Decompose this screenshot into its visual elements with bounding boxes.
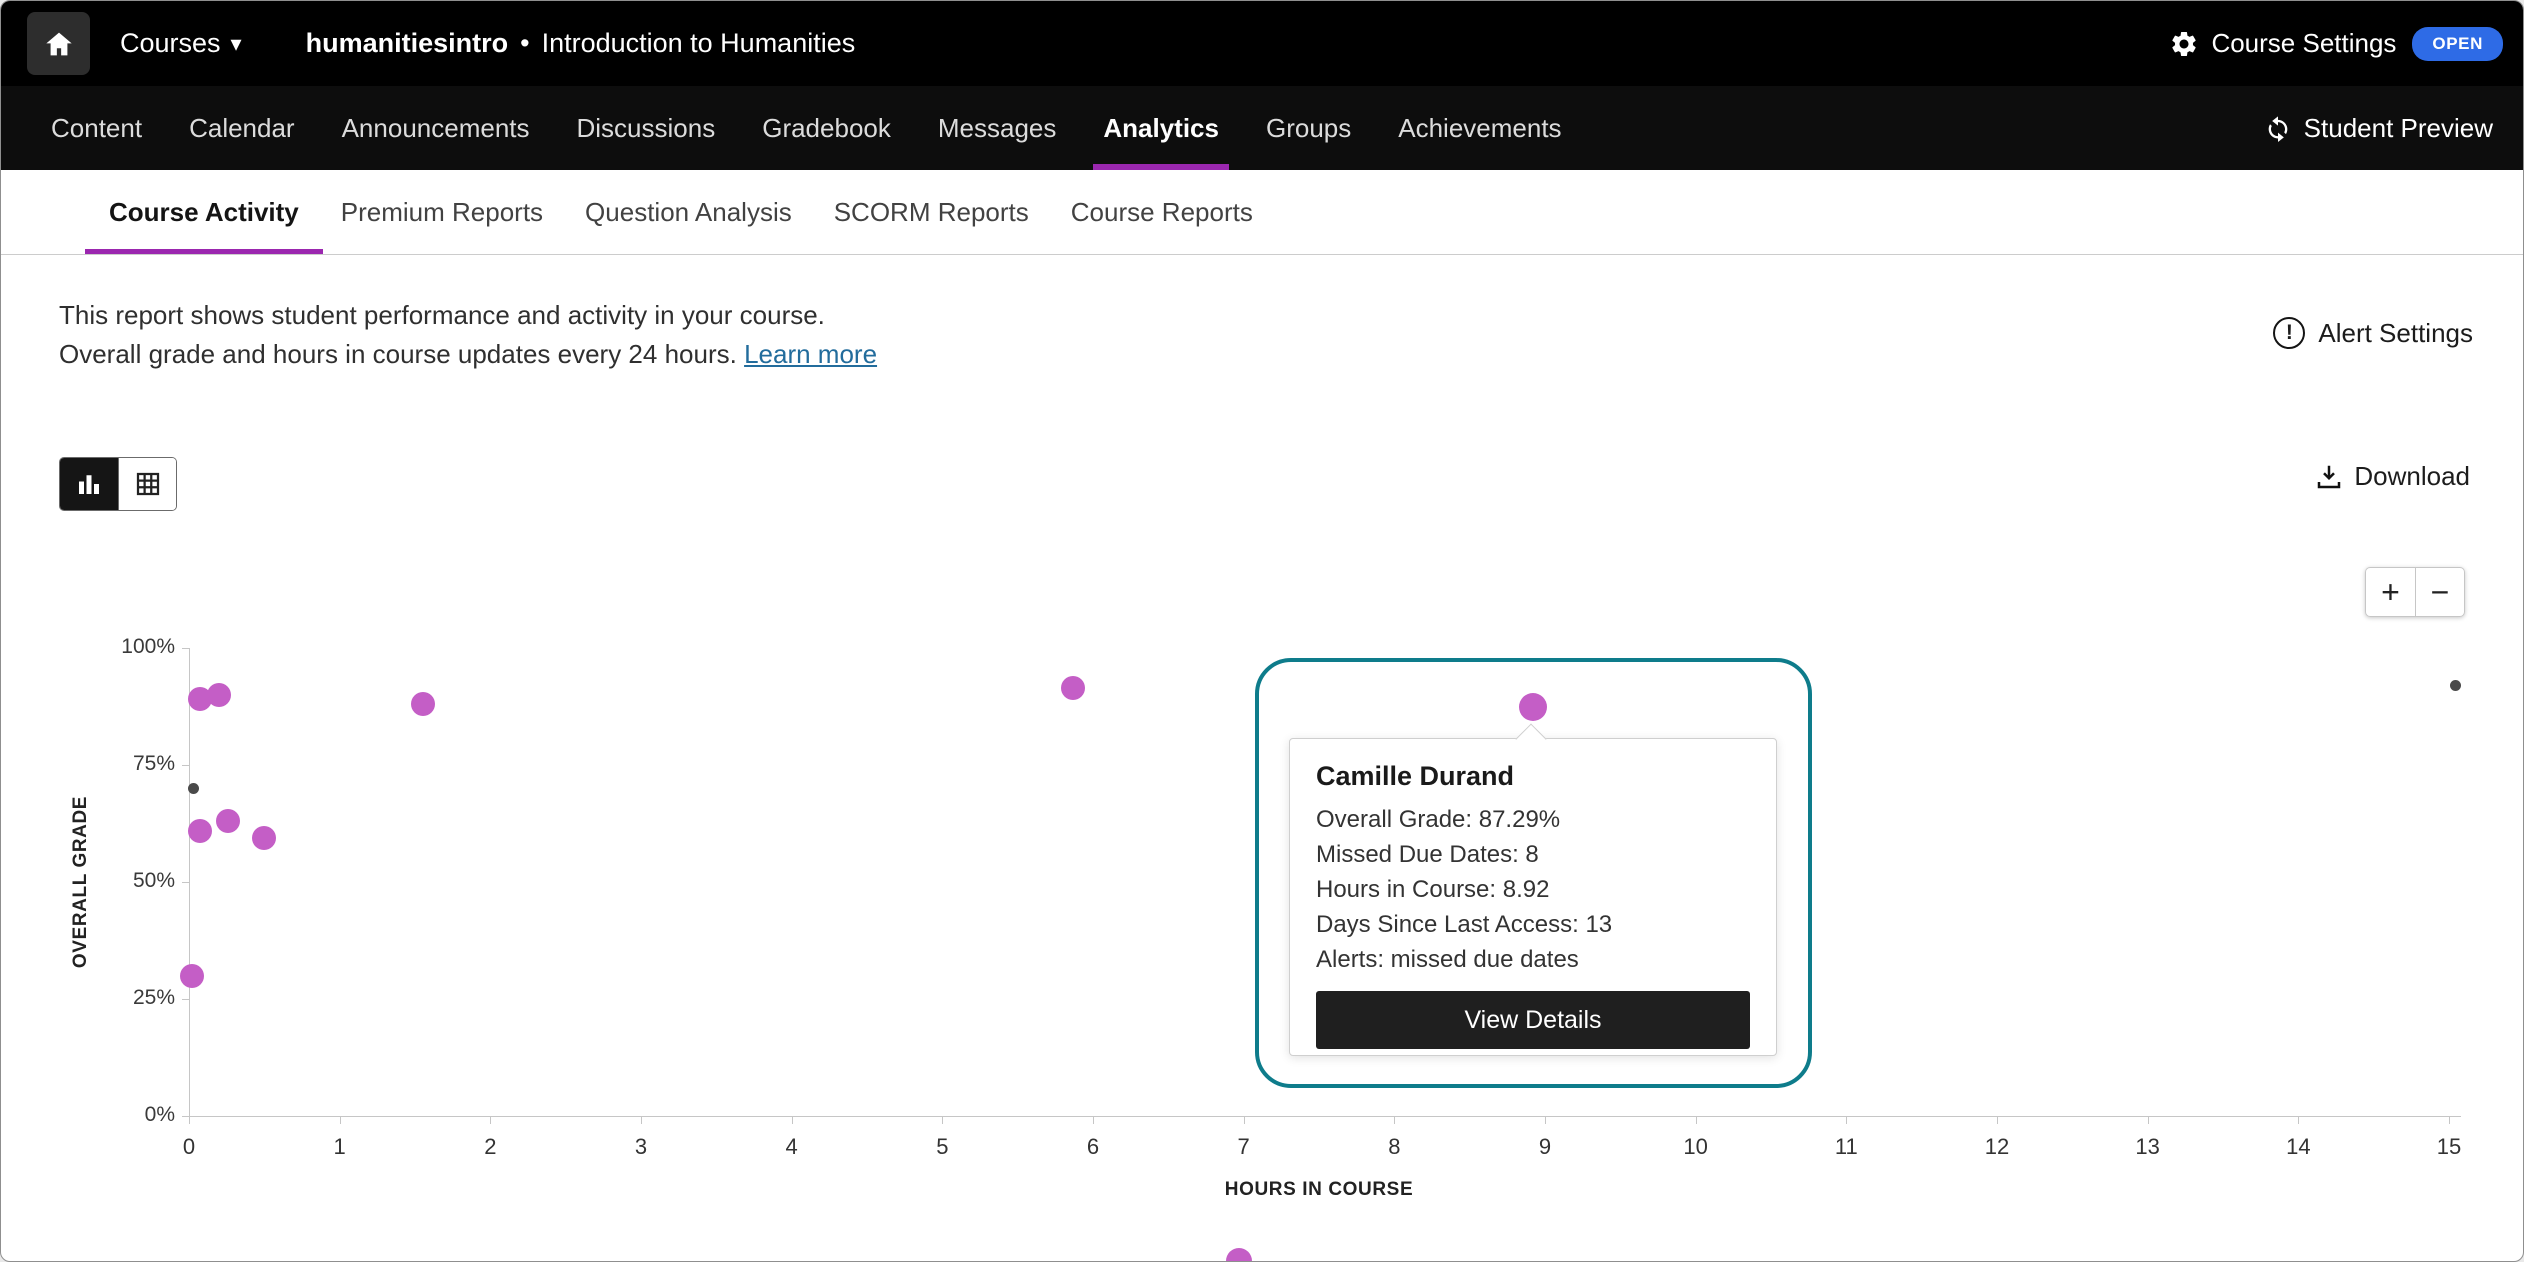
x-tick-label: 10: [1656, 1134, 1736, 1160]
scatter-point[interactable]: [188, 783, 199, 794]
x-tickmark: [340, 1117, 341, 1124]
x-tick-label: 7: [1204, 1134, 1284, 1160]
scatter-point[interactable]: [180, 964, 204, 988]
scatter-point[interactable]: [188, 819, 212, 843]
tooltip-stat-line: Alerts: missed due dates: [1316, 942, 1750, 977]
view-details-button[interactable]: View Details: [1316, 991, 1750, 1049]
scatter-point[interactable]: [207, 683, 231, 707]
x-tick-label: 8: [1354, 1134, 1434, 1160]
x-tickmark: [1696, 1117, 1697, 1124]
scatter-point[interactable]: [216, 809, 240, 833]
tooltip-stats: Overall Grade: 87.29%Missed Due Dates: 8…: [1316, 802, 1750, 977]
y-tick-label: 100%: [95, 635, 175, 659]
scatter-point-partial[interactable]: [1226, 1248, 1252, 1262]
tooltip-student-name: Camille Durand: [1316, 761, 1750, 792]
chart-layer: OVERALL GRADE HOURS IN COURSE 0123456789…: [1, 1, 2523, 1261]
y-tick-label: 25%: [95, 986, 175, 1010]
x-tickmark: [1545, 1117, 1546, 1124]
x-tickmark: [1244, 1117, 1245, 1124]
x-tick-label: 0: [149, 1134, 229, 1160]
x-tickmark: [1093, 1117, 1094, 1124]
y-tickmark: [182, 1116, 189, 1117]
student-tooltip: Camille Durand Overall Grade: 87.29%Miss…: [1289, 738, 1777, 1056]
y-axis-title: OVERALL GRADE: [70, 796, 92, 968]
x-tick-label: 4: [752, 1134, 832, 1160]
x-tickmark: [1846, 1117, 1847, 1124]
x-tick-label: 13: [2108, 1134, 2188, 1160]
y-tickmark: [182, 648, 189, 649]
tooltip-stat-line: Hours in Course: 8.92: [1316, 872, 1750, 907]
y-tick-label: 75%: [95, 752, 175, 776]
x-tickmark: [2449, 1117, 2450, 1124]
y-tick-label: 0%: [95, 1103, 175, 1127]
x-tick-label: 15: [2409, 1134, 2489, 1160]
tooltip-stat-line: Overall Grade: 87.29%: [1316, 802, 1750, 837]
y-axis-line: [189, 648, 190, 1117]
x-tick-label: 12: [1957, 1134, 2037, 1160]
x-tick-label: 9: [1505, 1134, 1585, 1160]
x-tickmark: [2148, 1117, 2149, 1124]
x-tickmark: [189, 1117, 190, 1124]
scatter-point[interactable]: [2450, 680, 2461, 691]
x-tickmark: [942, 1117, 943, 1124]
x-axis-title: HOURS IN COURSE: [1225, 1179, 1413, 1201]
tooltip-stat-line: Days Since Last Access: 13: [1316, 907, 1750, 942]
tooltip-stat-line: Missed Due Dates: 8: [1316, 837, 1750, 872]
y-tickmark: [182, 882, 189, 883]
tooltip-content: Camille Durand Overall Grade: 87.29%Miss…: [1316, 761, 1750, 1049]
x-tickmark: [490, 1117, 491, 1124]
scatter-point[interactable]: [252, 826, 276, 850]
x-axis-line: [189, 1116, 2461, 1117]
y-tickmark: [182, 999, 189, 1000]
x-tick-label: 2: [450, 1134, 530, 1160]
scatter-point-selected[interactable]: [1519, 693, 1547, 721]
x-tickmark: [1997, 1117, 1998, 1124]
x-tickmark: [641, 1117, 642, 1124]
x-tick-label: 14: [2258, 1134, 2338, 1160]
x-tick-label: 1: [300, 1134, 380, 1160]
analytics-page: Courses ▾ humanitiesintro • Introduction…: [0, 0, 2524, 1262]
x-tick-label: 6: [1053, 1134, 1133, 1160]
x-tick-label: 3: [601, 1134, 681, 1160]
x-tick-label: 5: [902, 1134, 982, 1160]
scatter-point[interactable]: [411, 692, 435, 716]
x-tickmark: [792, 1117, 793, 1124]
x-tickmark: [1394, 1117, 1395, 1124]
y-tickmark: [182, 765, 189, 766]
x-tickmark: [2298, 1117, 2299, 1124]
y-tick-label: 50%: [95, 869, 175, 893]
x-tick-label: 11: [1806, 1134, 1886, 1160]
scatter-point[interactable]: [1061, 676, 1085, 700]
